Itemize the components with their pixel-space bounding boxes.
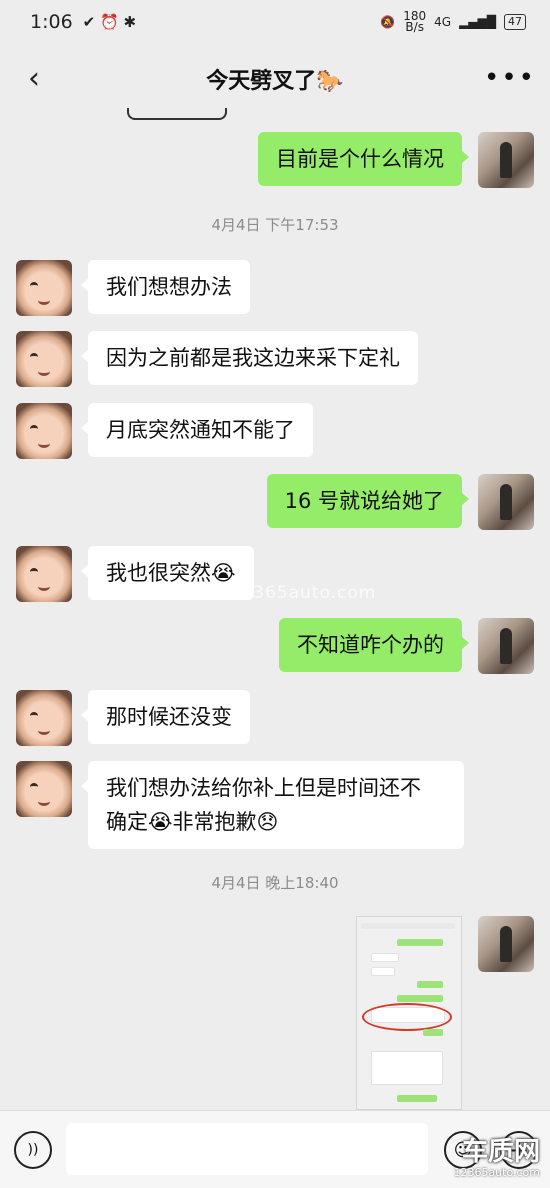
message-bubble-outgoing[interactable]: 目前是个什么情况 [258, 132, 469, 186]
message-input[interactable] [66, 1123, 428, 1175]
timestamp: 4月4日 晚上18:40 [211, 874, 339, 892]
message-row: 那时候还没变 [16, 690, 250, 746]
more-options-button[interactable]: ••• [484, 60, 534, 96]
thumb-bubble [397, 995, 443, 1002]
image-message[interactable] [356, 916, 462, 1110]
thumb-bubble [417, 981, 443, 988]
signal-indicator: 4G [434, 15, 452, 29]
notification-icons: ✔ ⏰ ✱ [82, 13, 137, 31]
message-row [478, 916, 534, 972]
contact-avatar[interactable] [16, 546, 72, 602]
thumb-bubble [371, 967, 395, 976]
message-bubble-incoming[interactable]: 那时候还没变 [81, 690, 250, 744]
thumb-highlight-circle [362, 1003, 452, 1031]
thumb-bubble [371, 953, 399, 962]
thumb-bubble [423, 1029, 443, 1036]
message-row: 目前是个什么情况 [258, 132, 534, 188]
message-row: 我们想办法给你补上但是时间还不 确定😭非常抱歉😞 [16, 761, 464, 849]
message-row: 月底突然通知不能了 [16, 403, 313, 459]
mute-icon: 🔕 [380, 15, 396, 29]
contact-avatar[interactable] [16, 403, 72, 459]
contact-avatar[interactable] [16, 761, 72, 817]
my-avatar[interactable] [478, 916, 534, 972]
my-avatar[interactable] [478, 132, 534, 188]
my-avatar[interactable] [478, 474, 534, 530]
my-avatar[interactable] [478, 618, 534, 674]
battery-indicator: 47 [504, 14, 526, 30]
message-line: 确定😭非常抱歉😞 [106, 810, 279, 834]
net-speed: 180 B/s [403, 9, 427, 34]
thumb-header [361, 923, 455, 929]
chat-title: 今天劈叉了🐎 [206, 69, 344, 94]
more-icon: ••• [484, 63, 537, 93]
back-button[interactable]: ‹ [16, 60, 52, 96]
message-row: 因为之前都是我这边来采下定礼 [16, 331, 418, 387]
message-row: 我们想想办法 [16, 260, 250, 316]
thumb-bubble [397, 1095, 437, 1102]
contact-avatar[interactable] [16, 260, 72, 316]
message-bubble-outgoing[interactable]: 16 号就说给她了 [266, 474, 470, 528]
timestamp: 4月4日 下午17:53 [211, 216, 339, 234]
message-bubble-outgoing[interactable]: 不知道咋个办的 [279, 618, 469, 672]
thumb-bubble [371, 1051, 443, 1085]
brand-watermark-logo: 车质网 12365auto.com [453, 1137, 540, 1179]
status-time: 1:06 [30, 11, 73, 33]
previous-message-edge [127, 108, 227, 120]
watermark: www.12365auto.com [180, 583, 377, 603]
message-bubble-incoming[interactable]: 月底突然通知不能了 [81, 403, 313, 457]
thumb-bubble [397, 939, 443, 946]
message-line: 我们想办法给你补上但是时间还不 [106, 776, 421, 800]
message-bubble-incoming[interactable]: 我们想想办法 [81, 260, 250, 314]
message-row: 不知道咋个办的 [279, 618, 534, 674]
message-row: 16 号就说给她了 [266, 474, 534, 530]
voice-button[interactable]: )) [14, 1131, 52, 1169]
message-bubble-incoming[interactable]: 我们想办法给你补上但是时间还不 确定😭非常抱歉😞 [81, 761, 464, 849]
voice-icon: )) [27, 1142, 39, 1158]
back-arrow-icon: ‹ [28, 60, 40, 96]
message-bubble-incoming[interactable]: 因为之前都是我这边来采下定礼 [81, 331, 418, 385]
contact-avatar[interactable] [16, 690, 72, 746]
signal-bars-icon: ▂▄▆█ [459, 15, 496, 29]
chat-header: ‹ 今天劈叉了🐎 ••• [0, 44, 550, 114]
contact-avatar[interactable] [16, 331, 72, 387]
status-bar: 1:06 ✔ ⏰ ✱ 🔕 180 B/s 4G ▂▄▆█ 47 [0, 0, 550, 44]
